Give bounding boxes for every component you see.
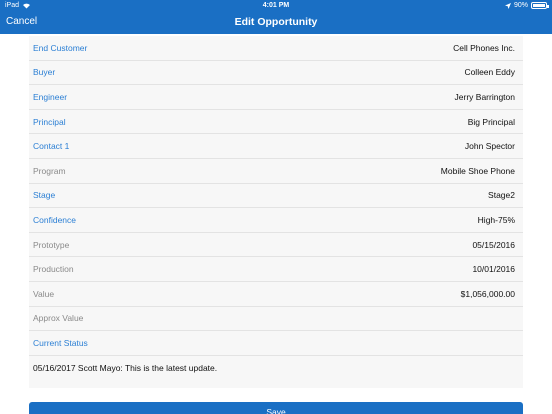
field-label-value: Value (33, 288, 55, 299)
field-label-approx-value: Approx Value (33, 313, 84, 324)
battery-percent: 90% (513, 2, 528, 9)
save-button[interactable]: Save (29, 402, 523, 414)
field-value-principal: Big Principal (467, 116, 515, 127)
field-value-contact-1: John Spector (464, 141, 515, 152)
field-value-prototype: 05/15/2016 (472, 239, 515, 250)
field-label-program: Program (33, 165, 66, 176)
field-value-engineer: Jerry Barrington (454, 91, 515, 102)
form-row-approx-value: Approx Value (29, 306, 523, 332)
form-rows: End Customer Cell Phones Inc. Buyer Colleen… (29, 36, 523, 356)
field-label-engineer: Engineer (33, 91, 68, 102)
form-row-buyer[interactable]: Buyer Colleen Eddy (29, 60, 523, 86)
field-label-confidence: Confidence (33, 214, 77, 225)
status-time: 4:01 PM (262, 2, 290, 9)
field-value-buyer: Colleen Eddy (464, 67, 515, 78)
field-label-end-customer: End Customer (33, 42, 88, 53)
field-value-stage: Stage2 (488, 190, 515, 201)
field-value-value: $1,056,000.00 (460, 288, 515, 299)
status-bar: iPad 4:01 PM 90% (0, 0, 552, 11)
field-label-stage: Stage (33, 190, 56, 201)
nav-bar: Cancel Edit Opportunity (0, 11, 552, 34)
field-label-production: Production (33, 264, 74, 275)
current-status-text[interactable]: 05/16/2017 Scott Mayo: This is the lates… (29, 355, 523, 388)
field-label-current-status: Current Status (33, 337, 88, 348)
top-bar: iPad 4:01 PM 90% Cancel Edit Opportunity (0, 0, 552, 34)
field-label-buyer: Buyer (33, 67, 56, 78)
status-right: 90% (504, 0, 549, 11)
form-row-end-customer[interactable]: End Customer Cell Phones Inc. (29, 36, 523, 61)
location-arrow-icon (504, 2, 511, 9)
field-label-principal: Principal (33, 116, 66, 127)
field-label-prototype: Prototype (33, 239, 70, 250)
form-row-value: Value $1,056,000.00 (29, 281, 523, 307)
battery-icon (531, 2, 549, 9)
form-row-program: Program Mobile Shoe Phone (29, 158, 523, 184)
form-row-prototype: Prototype 05/15/2016 (29, 232, 523, 258)
form-row-production: Production 10/01/2016 (29, 257, 523, 282)
form-row-confidence[interactable]: Confidence High-75% (29, 208, 523, 233)
form-row-engineer[interactable]: Engineer Jerry Barrington (29, 85, 523, 110)
form-row-stage[interactable]: Stage Stage2 (29, 183, 523, 209)
field-value-confidence: High-75% (477, 214, 515, 225)
field-value-end-customer: Cell Phones Inc. (453, 42, 515, 53)
opportunity-form: End Customer Cell Phones Inc. Buyer Colleen… (29, 36, 523, 388)
field-value-production: 10/01/2016 (472, 264, 515, 275)
field-value-program: Mobile Shoe Phone (440, 165, 515, 176)
field-label-contact-1: Contact 1 (33, 141, 70, 152)
page-title: Edit Opportunity (234, 16, 318, 28)
form-row-current-status[interactable]: Current Status (29, 331, 523, 356)
form-row-contact-1[interactable]: Contact 1 John Spector (29, 134, 523, 159)
form-row-principal[interactable]: Principal Big Principal (29, 109, 523, 135)
